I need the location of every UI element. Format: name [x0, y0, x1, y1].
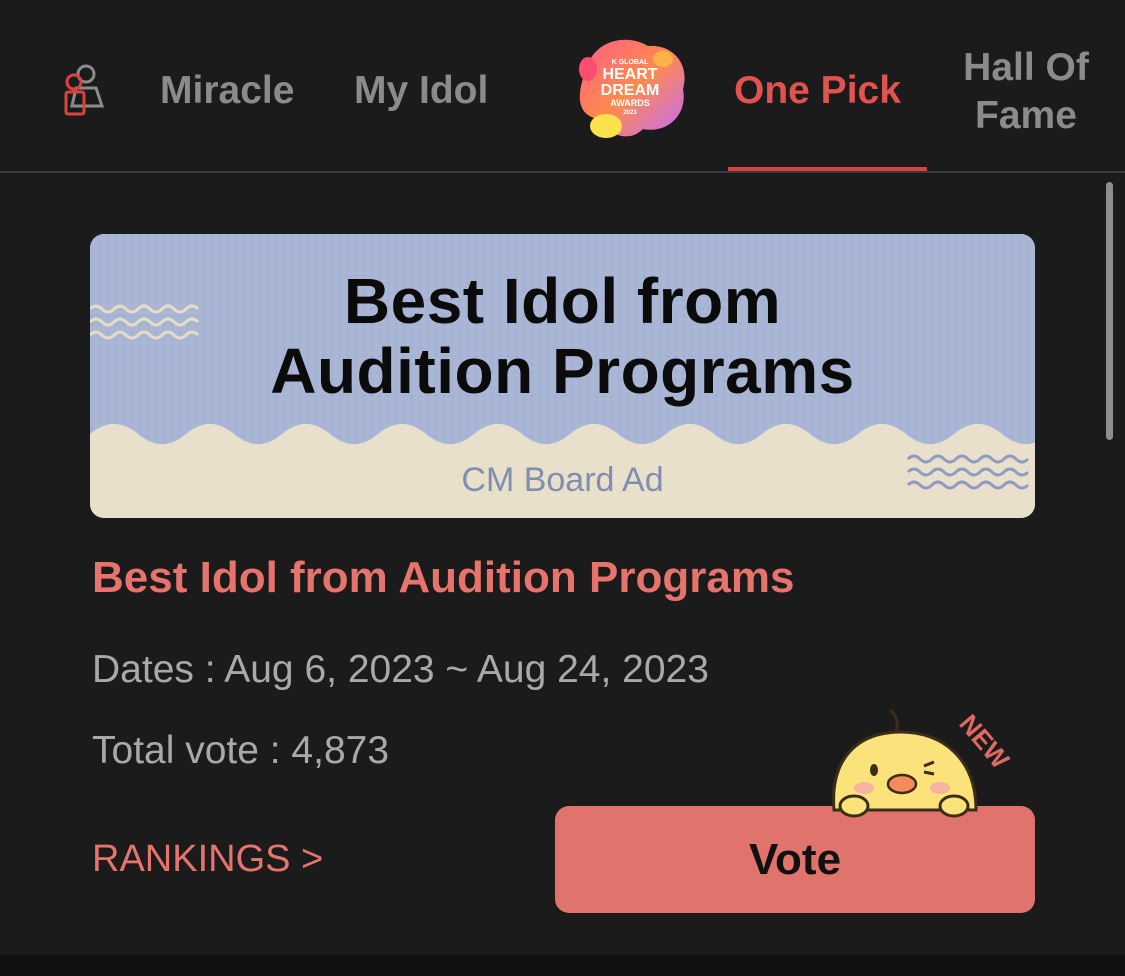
- logo-text-line2: HEART: [602, 66, 657, 83]
- banner-title-line2: Audition Programs: [270, 335, 855, 407]
- new-badge: NEW: [953, 709, 1015, 775]
- banner-title-line1: Best Idol from: [343, 265, 782, 337]
- vote-button[interactable]: Vote: [555, 806, 1035, 913]
- tab-my-idol[interactable]: My Idol: [354, 69, 488, 113]
- nav-divider: [0, 171, 1125, 173]
- scrollbar[interactable]: [1106, 182, 1113, 440]
- tab-hall-of-fame-line2: Fame: [975, 94, 1077, 137]
- logo-text-line5: 2023: [623, 110, 637, 116]
- vote-title: Best Idol from Audition Programs: [92, 553, 795, 602]
- banner-ad-label: CM Board Ad: [461, 461, 664, 499]
- tab-miracle[interactable]: Miracle: [160, 69, 316, 113]
- banner-image[interactable]: Best Idol from Audition Programs CM Boar…: [90, 234, 1035, 518]
- logo-text-line3: DREAM: [601, 82, 660, 99]
- heart-dream-awards-logo[interactable]: K GLOBAL HEART DREAM AWARDS 2023: [568, 34, 690, 144]
- rankings-link[interactable]: RANKINGS >: [92, 838, 323, 881]
- tab-one-pick[interactable]: One Pick: [734, 69, 901, 113]
- user-profile-icon[interactable]: [58, 62, 108, 120]
- tab-hall-of-fame[interactable]: Hall Of Fame: [953, 44, 1099, 140]
- vote-dates: Dates : Aug 6, 2023 ~ Aug 24, 2023: [92, 648, 709, 691]
- chick-mascot-icon: NEW: [832, 709, 1016, 818]
- tab-hall-of-fame-line1: Hall Of: [963, 46, 1089, 89]
- banner-title: Best Idol from Audition Programs: [90, 266, 1035, 406]
- total-vote: Total vote : 4,873: [92, 729, 390, 772]
- logo-text-line1: K GLOBAL: [612, 59, 649, 66]
- top-navigation: Miracle My Idol K GLOBAL HEART DREAM AWA…: [0, 0, 1125, 173]
- logo-text-line4: AWARDS: [610, 98, 650, 108]
- bottom-bar: [0, 955, 1125, 976]
